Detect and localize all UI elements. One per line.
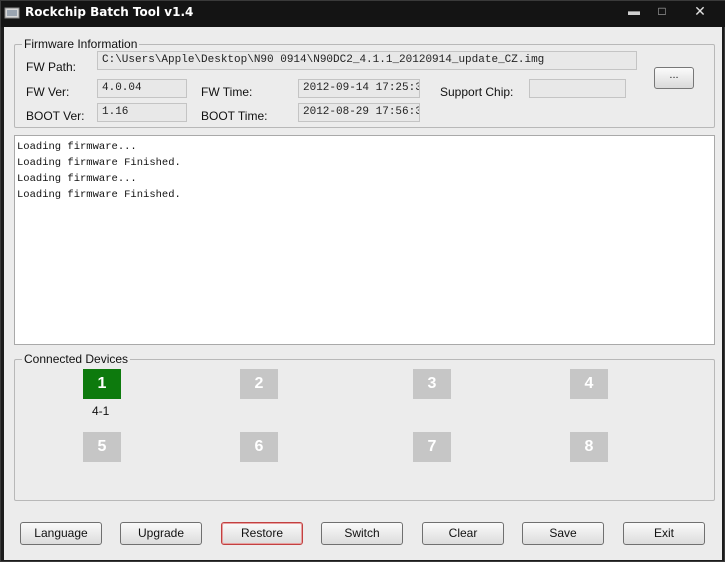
log-output[interactable]: Loading firmware... Loading firmware Fin…	[14, 135, 715, 345]
fw-time-label: FW Time:	[201, 85, 253, 99]
maximize-button[interactable]: □	[647, 1, 677, 21]
device-slot-5[interactable]: 5	[83, 432, 121, 462]
restore-button[interactable]: Restore	[221, 522, 303, 545]
boot-time-field[interactable]: 2012-08-29 17:56:38	[298, 103, 420, 122]
device-port-label: 4-1	[92, 404, 110, 418]
boot-ver-field[interactable]: 1.16	[97, 103, 187, 122]
app-window: Rockchip Batch Tool v1.4 ▬ □ ✕ Firmware …	[0, 0, 725, 562]
fw-path-field[interactable]: C:\Users\Apple\Desktop\N90 0914\N90DC2_4…	[97, 51, 637, 70]
browse-button[interactable]: ...	[654, 67, 694, 89]
fw-ver-field[interactable]: 4.0.04	[97, 79, 187, 98]
boot-ver-label: BOOT Ver:	[26, 109, 85, 123]
client-area: Firmware Information FW Path: C:\Users\A…	[4, 27, 722, 560]
device-slot-3[interactable]: 3	[413, 369, 451, 399]
close-button[interactable]: ✕	[685, 1, 715, 21]
log-line: Loading firmware...	[17, 173, 137, 185]
log-line: Loading firmware Finished.	[17, 157, 181, 169]
fw-ver-label: FW Ver:	[26, 85, 70, 99]
support-chip-field[interactable]	[529, 79, 626, 98]
app-icon	[4, 7, 20, 19]
exit-button[interactable]: Exit	[623, 522, 705, 545]
log-line: Loading firmware...	[17, 141, 137, 153]
fw-time-field[interactable]: 2012-09-14 17:25:37	[298, 79, 420, 98]
upgrade-button[interactable]: Upgrade	[120, 522, 202, 545]
minimize-button[interactable]: ▬	[619, 1, 649, 21]
device-slot-2[interactable]: 2	[240, 369, 278, 399]
device-slot-6[interactable]: 6	[240, 432, 278, 462]
firmware-info-group: Firmware Information FW Path: C:\Users\A…	[14, 37, 715, 128]
firmware-info-title: Firmware Information	[22, 37, 140, 51]
device-slot-7[interactable]: 7	[413, 432, 451, 462]
title-bar[interactable]: Rockchip Batch Tool v1.4 ▬ □ ✕	[1, 1, 725, 27]
log-line: Loading firmware Finished.	[17, 189, 181, 201]
boot-time-label: BOOT Time:	[201, 109, 268, 123]
switch-button[interactable]: Switch	[321, 522, 403, 545]
connected-devices-title: Connected Devices	[22, 352, 131, 366]
language-button[interactable]: Language	[20, 522, 102, 545]
connected-devices-group: Connected Devices 1 2 3 4 4-1 5 6 7 8	[14, 352, 715, 501]
device-slot-4[interactable]: 4	[570, 369, 608, 399]
save-button[interactable]: Save	[522, 522, 604, 545]
support-chip-label: Support Chip:	[440, 85, 514, 99]
clear-button[interactable]: Clear	[422, 522, 504, 545]
window-title: Rockchip Batch Tool v1.4	[25, 5, 194, 19]
device-slot-8[interactable]: 8	[570, 432, 608, 462]
fw-path-label: FW Path:	[26, 60, 77, 74]
device-slot-1[interactable]: 1	[83, 369, 121, 399]
